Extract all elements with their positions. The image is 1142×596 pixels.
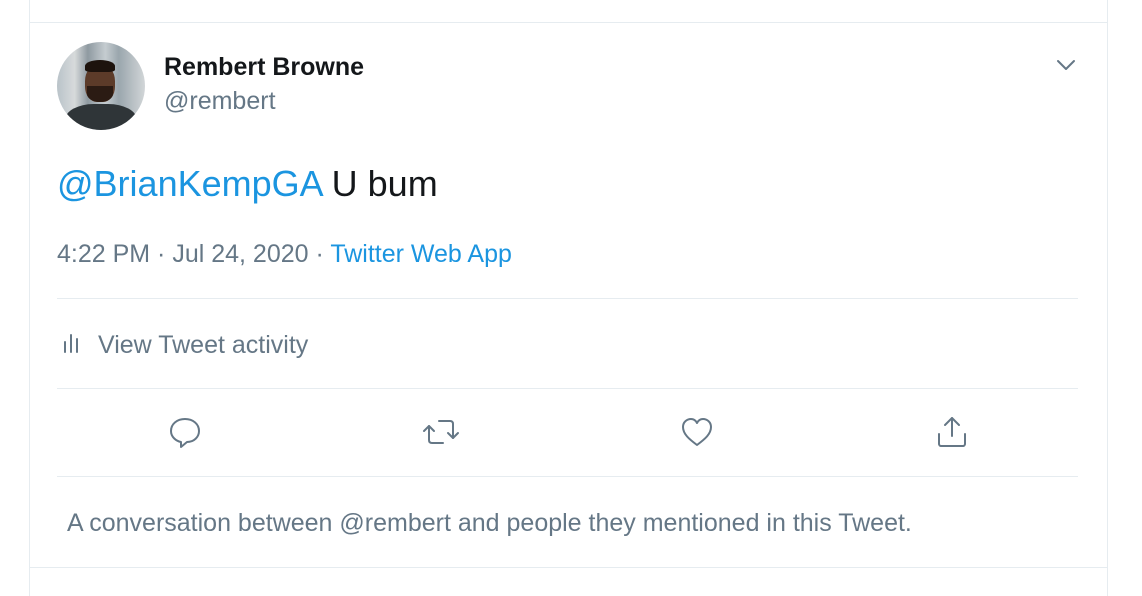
tweet-body: U bum bbox=[321, 163, 438, 204]
share-icon bbox=[934, 414, 970, 455]
tweet-time[interactable]: 4:22 PM bbox=[57, 240, 150, 268]
tweet-text: @BrianKempGA U bum bbox=[57, 163, 438, 205]
chevron-down-icon[interactable] bbox=[1054, 53, 1078, 77]
divider bbox=[57, 476, 1078, 477]
retweet-icon bbox=[421, 414, 461, 455]
tweet-container: Rembert Browne @rembert @BrianKempGA U b… bbox=[29, 0, 1108, 596]
retweet-button[interactable] bbox=[421, 414, 461, 454]
like-button[interactable] bbox=[677, 414, 717, 454]
conversation-note: A conversation between @rembert and peop… bbox=[67, 509, 912, 537]
author-name[interactable]: Rembert Browne bbox=[164, 53, 364, 82]
view-activity-link[interactable]: View Tweet activity bbox=[62, 330, 308, 361]
divider bbox=[57, 388, 1078, 389]
mention-link[interactable]: @BrianKempGA bbox=[57, 163, 322, 204]
source-link[interactable]: Twitter Web App bbox=[330, 240, 512, 268]
bar-chart-icon bbox=[62, 330, 98, 361]
reply-icon bbox=[167, 414, 203, 455]
bottom-separator bbox=[30, 567, 1107, 568]
heart-icon bbox=[679, 414, 715, 455]
reply-button[interactable] bbox=[165, 414, 205, 454]
share-button[interactable] bbox=[932, 414, 972, 454]
meta-separator: · bbox=[150, 240, 173, 268]
author-handle[interactable]: @rembert bbox=[164, 87, 276, 116]
avatar[interactable] bbox=[57, 42, 145, 130]
tweet-date[interactable]: Jul 24, 2020 bbox=[172, 240, 308, 268]
top-separator bbox=[30, 22, 1107, 23]
divider bbox=[57, 298, 1078, 299]
meta-separator: · bbox=[308, 240, 331, 268]
view-activity-label: View Tweet activity bbox=[98, 331, 309, 359]
tweet-meta: 4:22 PM · Jul 24, 2020 · Twitter Web App bbox=[57, 240, 512, 269]
